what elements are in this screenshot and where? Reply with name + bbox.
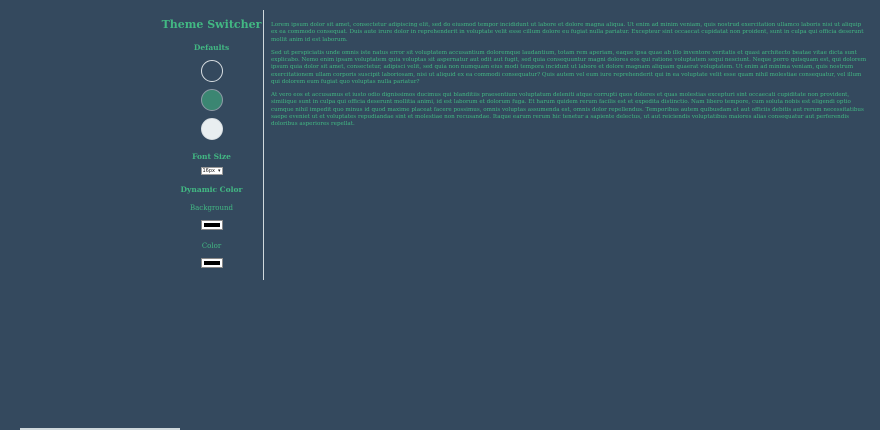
background-color-label: Background xyxy=(189,204,234,212)
background-color-picker[interactable] xyxy=(200,220,223,230)
font-size-select[interactable]: 16px ▾ xyxy=(200,167,223,175)
text-color-label: Color xyxy=(201,242,222,250)
app-title: Theme Switcher xyxy=(161,18,262,31)
sidebar: Theme Switcher Defaults Font Size 16px ▾… xyxy=(160,10,264,280)
font-size-select-value: 16px xyxy=(202,168,216,174)
content-paragraph-1: Lorem ipsum dolor sit amet, consectetur … xyxy=(271,22,864,43)
text-color-picker[interactable] xyxy=(200,258,223,268)
defaults-heading: Defaults xyxy=(193,43,230,52)
default-theme-dark-button[interactable] xyxy=(200,60,223,82)
dynamic-color-heading: Dynamic Color xyxy=(180,185,243,194)
default-theme-light-button[interactable] xyxy=(200,118,223,140)
content-area: Lorem ipsum dolor sit amet, consectetur … xyxy=(271,22,868,134)
font-size-heading: Font Size xyxy=(192,152,231,161)
default-theme-green-button[interactable] xyxy=(200,89,223,111)
background-color-fill xyxy=(203,223,220,227)
chevron-down-icon: ▾ xyxy=(217,168,221,174)
content-paragraph-2: Sed ut perspiciatis unde omnis iste natu… xyxy=(271,49,867,85)
content-paragraph-3: At vero eos et accusamus et iusto odio d… xyxy=(271,92,864,128)
text-color-fill xyxy=(203,261,220,265)
theme-switcher-app: Theme Switcher Defaults Font Size 16px ▾… xyxy=(0,0,880,430)
